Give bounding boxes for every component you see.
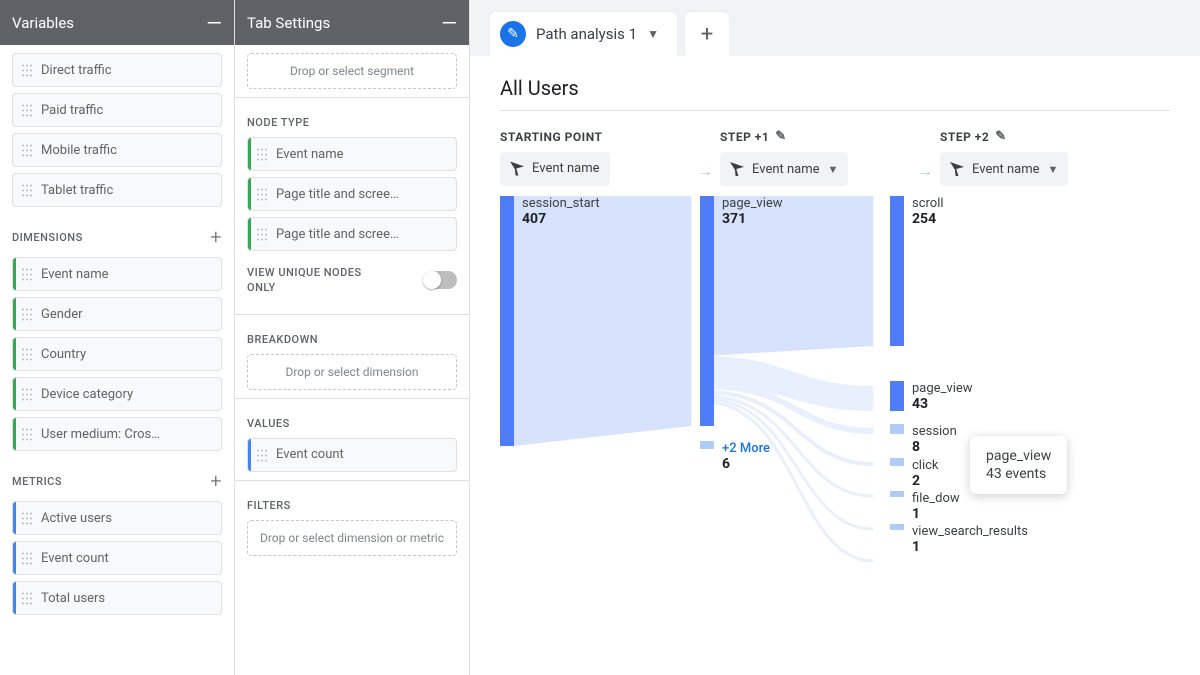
sankey-node[interactable]: click 2	[890, 458, 939, 489]
metric-chip[interactable]: Total users	[12, 581, 222, 615]
pencil-icon[interactable]: ✎	[775, 129, 786, 144]
tab-bar: ✎ Path analysis 1 ▼ +	[470, 0, 1200, 56]
chevron-down-icon: ▼	[1048, 163, 1059, 176]
chevron-down-icon[interactable]: ▼	[647, 27, 659, 41]
arrow-icon: →	[910, 135, 940, 181]
dimension-chip[interactable]: Country	[12, 337, 222, 371]
step1-selector[interactable]: Event name ▼	[720, 152, 848, 186]
sankey-node[interactable]: view_search_results 1	[890, 524, 1028, 555]
dimensions-title: DIMENSIONS +	[12, 225, 222, 249]
segment-chip[interactable]: Paid traffic	[12, 93, 222, 127]
pencil-icon: ✎	[500, 21, 526, 47]
nodetype-chip[interactable]: Page title and scree…	[247, 217, 457, 251]
canvas-heading: All Users	[500, 76, 1170, 111]
dimension-chip[interactable]: Event name	[12, 257, 222, 291]
segment-chip[interactable]: Direct traffic	[12, 53, 222, 87]
sankey-more-link[interactable]: +2 More 6	[700, 441, 770, 472]
collapse-icon[interactable]: —	[441, 13, 457, 33]
sankey-node[interactable]: page_view 43	[890, 381, 973, 412]
nodetype-title: NODE TYPE	[247, 116, 457, 129]
step1-label: STEP +1✎	[720, 129, 910, 144]
value-chip[interactable]: Event count	[247, 438, 457, 472]
tooltip: page_view 43 events	[970, 436, 1067, 494]
chevron-down-icon: ▼	[828, 163, 839, 176]
values-title: VALUES	[247, 417, 457, 430]
segment-chip[interactable]: Mobile traffic	[12, 133, 222, 167]
collapse-icon[interactable]: —	[206, 13, 222, 33]
add-tab-button[interactable]: +	[685, 12, 729, 56]
canvas: All Users STARTING POINT Event name → ST…	[470, 56, 1200, 675]
dimension-chip[interactable]: Device category	[12, 377, 222, 411]
tab-label: Path analysis 1	[536, 25, 637, 43]
sankey-node[interactable]: scroll 254	[890, 196, 944, 346]
add-dimension-icon[interactable]: +	[210, 225, 222, 249]
dimension-chip[interactable]: Gender	[12, 297, 222, 331]
nodetype-chip[interactable]: Event name	[247, 137, 457, 171]
sankey-node[interactable]: session 8	[890, 424, 957, 455]
breakdown-dropzone[interactable]: Drop or select dimension	[247, 354, 457, 390]
metric-chip[interactable]: Active users	[12, 501, 222, 535]
nodetype-chip[interactable]: Page title and scree…	[247, 177, 457, 211]
segment-dropzone[interactable]: Drop or select segment	[247, 53, 457, 89]
filters-dropzone[interactable]: Drop or select dimension or metric	[247, 520, 457, 556]
segment-chip[interactable]: Tablet traffic	[12, 173, 222, 207]
unique-nodes-toggle[interactable]	[423, 271, 457, 289]
main-area: ✎ Path analysis 1 ▼ + All Users STARTING…	[470, 0, 1200, 675]
sankey-node[interactable]: session_start 407	[500, 196, 600, 446]
variables-header: Variables —	[0, 0, 234, 45]
unique-nodes-label: VIEW UNIQUE NODES ONLY	[247, 265, 387, 296]
step2-selector[interactable]: Event name ▼	[940, 152, 1068, 186]
breakdown-title: BREAKDOWN	[247, 333, 457, 346]
sankey-node[interactable]: page_view 371	[700, 196, 783, 426]
arrow-icon: →	[690, 135, 720, 181]
cursor-icon	[730, 162, 744, 176]
analysis-tab[interactable]: ✎ Path analysis 1 ▼	[490, 12, 677, 56]
sankey-node[interactable]: file_dow 1	[890, 491, 960, 522]
variables-title: Variables	[12, 14, 74, 32]
add-metric-icon[interactable]: +	[210, 469, 222, 493]
cursor-icon	[950, 162, 964, 176]
path-chart: session_start 407 page_view 371	[500, 196, 1170, 636]
metrics-title: METRICS +	[12, 469, 222, 493]
dimension-chip[interactable]: User medium: Cros…	[12, 417, 222, 451]
step2-label: STEP +2✎	[940, 129, 1130, 144]
filters-title: FILTERS	[247, 499, 457, 512]
pencil-icon[interactable]: ✎	[995, 129, 1006, 144]
starting-point-selector[interactable]: Event name	[500, 152, 610, 186]
tab-settings-title: Tab Settings	[247, 14, 330, 32]
starting-point-label: STARTING POINT	[500, 130, 690, 144]
tab-settings-panel: Tab Settings — Drop or select segment NO…	[235, 0, 470, 675]
variables-panel: Variables — Direct traffic Paid traffic …	[0, 0, 235, 675]
tab-settings-header: Tab Settings —	[235, 0, 469, 45]
metric-chip[interactable]: Event count	[12, 541, 222, 575]
cursor-icon	[510, 162, 524, 176]
